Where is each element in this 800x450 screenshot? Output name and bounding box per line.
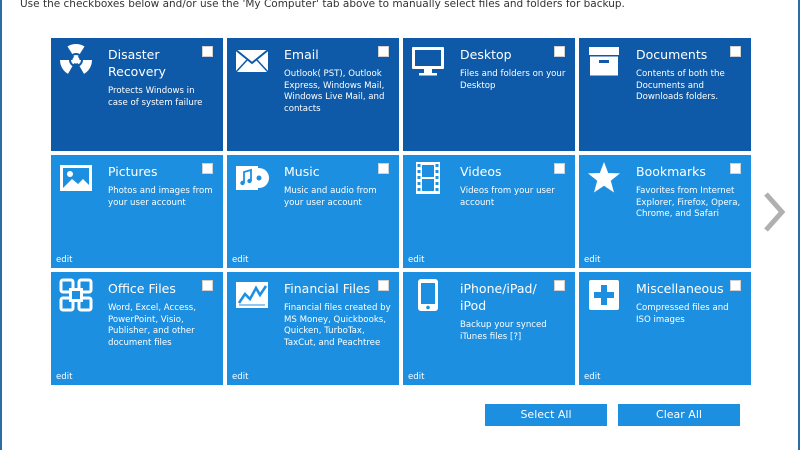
edit-link[interactable]: edit <box>232 372 249 382</box>
edit-link[interactable]: edit <box>56 372 73 382</box>
tile-title: Music <box>284 164 320 179</box>
tile-disaster-recovery[interactable]: Disaster Recovery Protects Windows in ca… <box>51 38 223 151</box>
tile-documents[interactable]: Documents Contents of both the Documents… <box>579 38 751 151</box>
tile-checkbox[interactable] <box>378 280 389 291</box>
tile-title: Miscellaneous <box>636 281 724 296</box>
tile-description: Files and folders on your Desktop <box>460 69 566 91</box>
tile-desktop[interactable]: Desktop Files and folders on your Deskto… <box>403 38 575 151</box>
category-grid: Disaster Recovery Protects Windows in ca… <box>51 38 751 385</box>
tile-title: iPhone/iPad/ iPod <box>460 281 537 313</box>
tile-office-files[interactable]: Office Files Word, Excel, Access, PowerP… <box>51 272 223 385</box>
tile-title: Office Files <box>108 281 176 296</box>
tile-checkbox[interactable] <box>202 280 213 291</box>
tile-checkbox[interactable] <box>554 280 565 291</box>
chart-icon <box>236 282 268 308</box>
tile-title: Pictures <box>108 164 158 179</box>
clear-all-button[interactable]: Clear All <box>618 404 740 426</box>
tile-title: Financial Files <box>284 281 371 296</box>
edit-link[interactable]: edit <box>408 372 425 382</box>
tile-description: Word, Excel, Access, PowerPoint, Visio, … <box>108 303 196 348</box>
tile-videos[interactable]: Videos Videos from your user account edi… <box>403 155 575 268</box>
tile-checkbox[interactable] <box>730 46 741 57</box>
edit-link[interactable]: edit <box>408 255 425 265</box>
tile-bookmarks[interactable]: Bookmarks Favorites from Internet Explor… <box>579 155 751 268</box>
tile-title: Videos <box>460 164 502 179</box>
star-icon <box>588 162 620 193</box>
tile-checkbox[interactable] <box>202 46 213 57</box>
tile-description: Music and audio from your user account <box>284 186 377 208</box>
radiation-icon <box>59 44 93 74</box>
tile-miscellaneous[interactable]: Miscellaneous Compressed files and ISO i… <box>579 272 751 385</box>
tile-description: Favorites from Internet Explorer, Firefo… <box>636 186 741 219</box>
phone-icon <box>418 279 438 311</box>
tile-title: Email <box>284 47 319 62</box>
tile-checkbox[interactable] <box>730 163 741 174</box>
tile-description: Outlook( PST), Outlook Express, Windows … <box>284 69 385 114</box>
edit-link[interactable]: edit <box>584 372 601 382</box>
office-icon <box>59 278 93 312</box>
tile-financial-files[interactable]: Financial Files Financial files created … <box>227 272 399 385</box>
edit-link[interactable]: edit <box>232 255 249 265</box>
tile-description: Compressed files and ISO images <box>636 303 729 325</box>
tile-checkbox[interactable] <box>202 163 213 174</box>
tile-checkbox[interactable] <box>378 163 389 174</box>
tile-title: Desktop <box>460 47 512 62</box>
tile-description: Videos from your user account <box>460 186 555 208</box>
edit-link[interactable]: edit <box>56 255 73 265</box>
picture-icon <box>60 165 92 191</box>
tile-checkbox[interactable] <box>730 280 741 291</box>
tile-checkbox[interactable] <box>554 163 565 174</box>
tile-music[interactable]: Music Music and audio from your user acc… <box>227 155 399 268</box>
instruction-text: Use the checkboxes below and/or use the … <box>20 0 625 10</box>
tile-description: Photos and images from your user account <box>108 186 213 208</box>
plus-icon <box>589 280 619 310</box>
tile-title: Bookmarks <box>636 164 706 179</box>
window-frame-left <box>0 0 2 450</box>
tile-description: Protects Windows in case of system failu… <box>108 86 203 108</box>
tile-description: Backup your synced iTunes files [?] <box>460 320 547 342</box>
tile-checkbox[interactable] <box>378 46 389 57</box>
select-all-button[interactable]: Select All <box>485 404 607 426</box>
tile-description: Financial files created by MS Money, Qui… <box>284 303 391 348</box>
chevron-right-icon[interactable] <box>760 190 790 234</box>
tile-iphone-ipad-ipod[interactable]: iPhone/iPad/ iPod Backup your synced iTu… <box>403 272 575 385</box>
tile-pictures[interactable]: Pictures Photos and images from your use… <box>51 155 223 268</box>
tile-checkbox[interactable] <box>554 46 565 57</box>
envelope-icon <box>235 49 269 73</box>
tile-title: Disaster Recovery <box>108 47 166 79</box>
tile-description: Contents of both the Documents and Downl… <box>636 69 725 102</box>
monitor-icon <box>412 47 444 76</box>
file-box-icon <box>589 47 619 76</box>
edit-link[interactable]: edit <box>584 255 601 265</box>
tile-email[interactable]: Email Outlook( PST), Outlook Express, Wi… <box>227 38 399 151</box>
film-icon <box>416 162 440 194</box>
music-icon <box>236 166 269 190</box>
tile-title: Documents <box>636 47 708 62</box>
